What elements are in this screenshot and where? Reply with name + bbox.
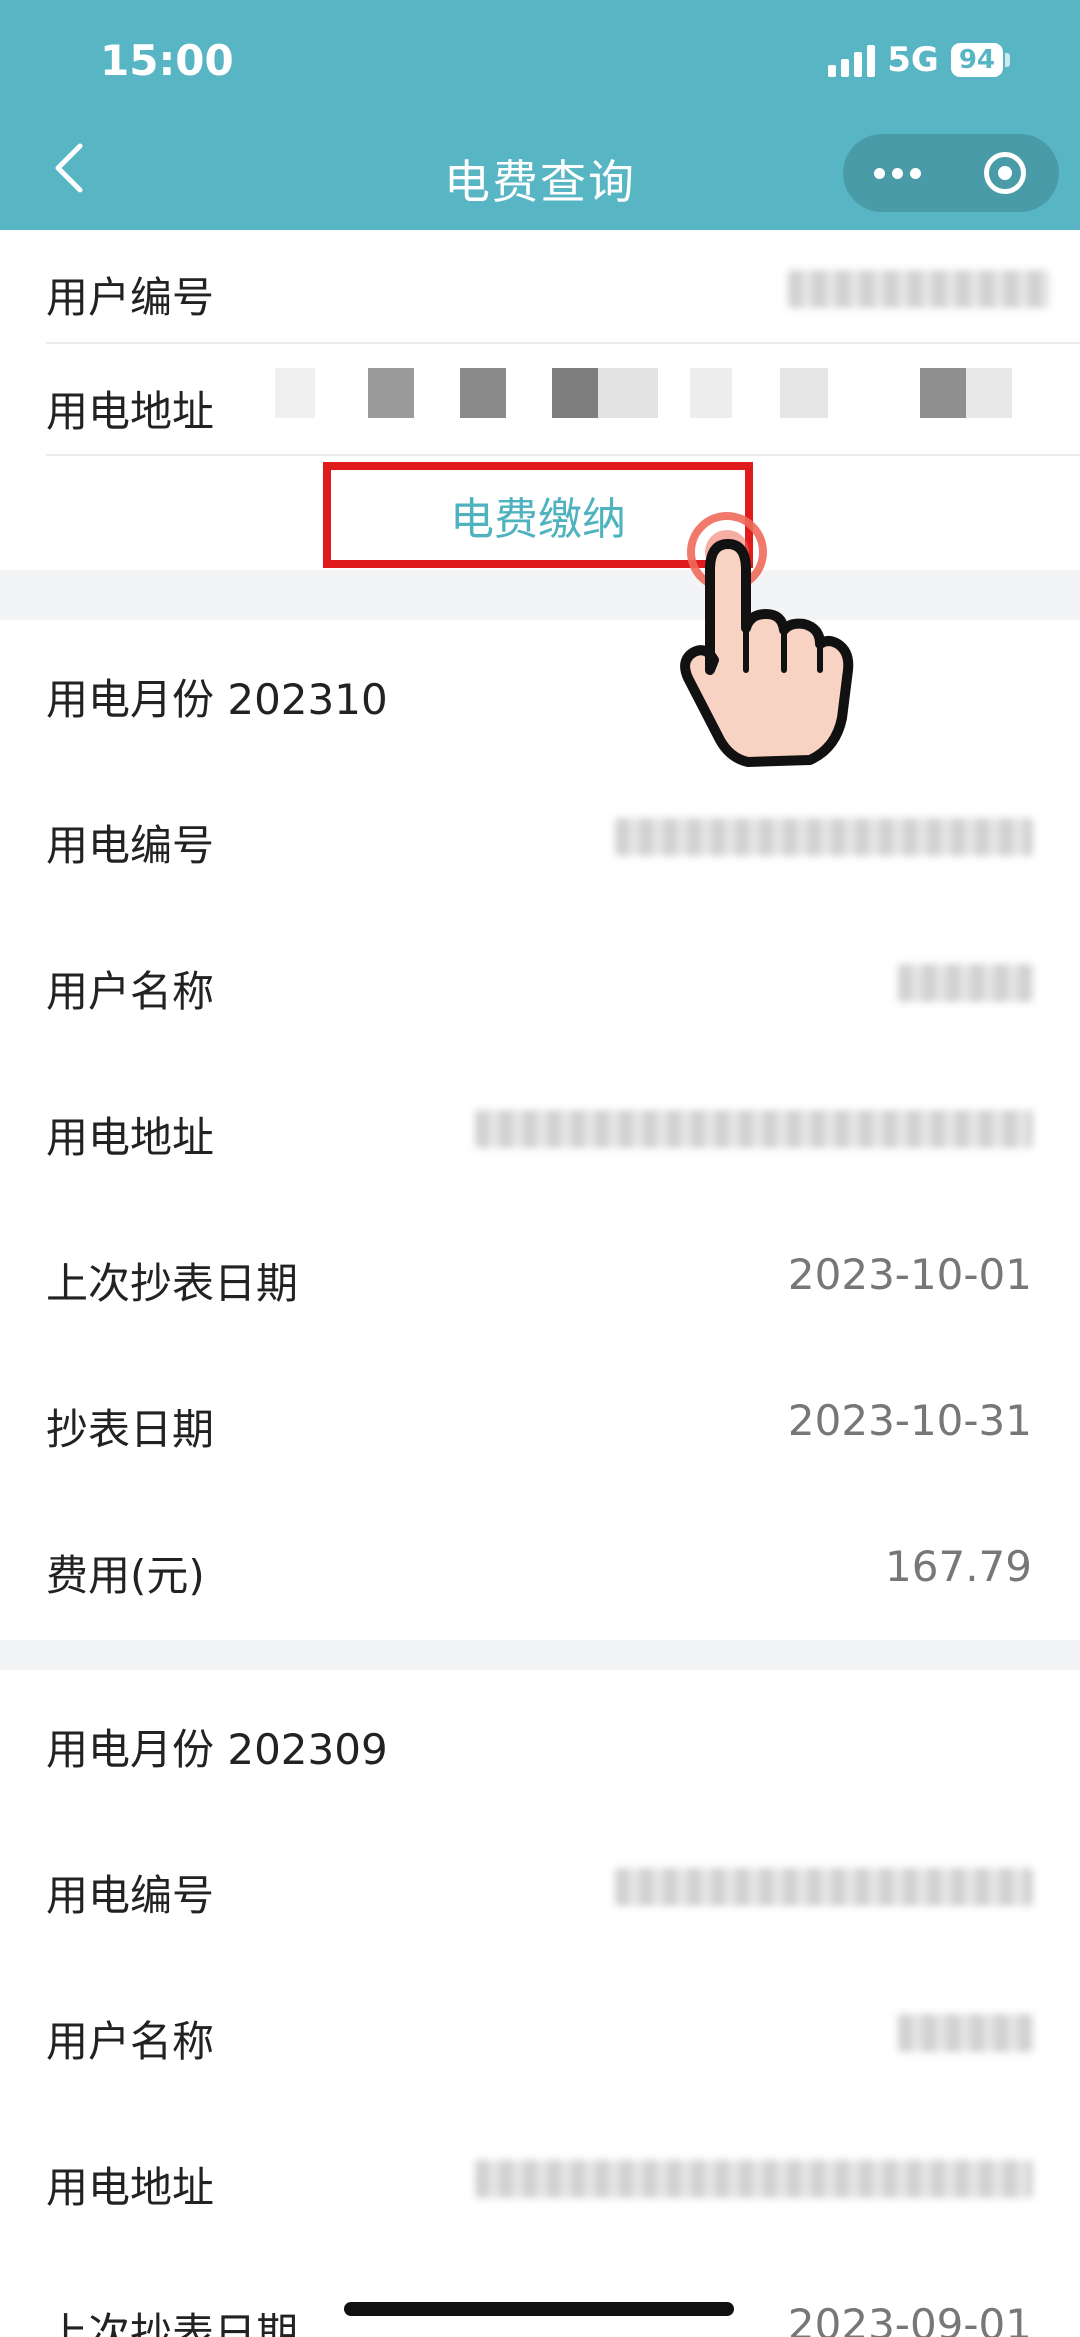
- more-button[interactable]: [843, 134, 951, 212]
- meter-no-value-redacted: [615, 818, 1033, 856]
- address-label: 用电地址: [46, 1113, 215, 1162]
- status-icons: 5G 94: [828, 40, 1010, 80]
- record-month: 用电月份 202309: [46, 1725, 388, 1774]
- network-type: 5G: [887, 40, 939, 80]
- meter-no-value-redacted: [615, 1868, 1033, 1906]
- last-read-date-value: 2023-09-01: [787, 2300, 1032, 2337]
- home-indicator: [344, 2302, 734, 2316]
- fee-value: 167.79: [885, 1542, 1032, 1591]
- record-month: 用电月份 202310: [46, 675, 388, 724]
- user-name-value-redacted: [898, 2014, 1033, 2052]
- user-no-value-redacted: [788, 270, 1050, 308]
- user-name-value-redacted: [898, 964, 1033, 1002]
- user-name-label: 用户名称: [46, 2017, 215, 2066]
- status-time: 15:00: [100, 36, 234, 85]
- fee-label: 费用(元): [46, 1551, 205, 1600]
- more-dots-icon: [873, 167, 921, 179]
- top-bar: 15:00 5G 94 电费查询: [0, 0, 1080, 230]
- target-close-icon: [984, 152, 1026, 194]
- last-read-date-value: 2023-10-01: [787, 1250, 1032, 1299]
- meter-no-label: 用电编号: [46, 1871, 215, 1920]
- address-value-redacted: [475, 1110, 1033, 1148]
- last-read-date-label: 上次抄表日期: [46, 2309, 299, 2337]
- signal-icon: [828, 43, 876, 77]
- bill-record-card: 用电月份 202309 用电编号 用户名称 用电地址 上次抄表日期 2023-0…: [0, 1670, 1080, 2337]
- battery-level: 94: [950, 43, 1003, 77]
- address-value-redacted: [475, 2160, 1033, 2198]
- mini-program-capsule: [843, 134, 1059, 212]
- read-date-label: 抄表日期: [46, 1405, 215, 1454]
- divider: [46, 342, 1080, 344]
- read-date-value: 2023-10-31: [787, 1396, 1032, 1445]
- address-label: 用电地址: [46, 2163, 215, 2212]
- close-button[interactable]: [951, 134, 1059, 212]
- meter-no-label: 用电编号: [46, 821, 215, 870]
- battery-icon: 94: [950, 43, 1010, 77]
- hand-pointer-icon: [680, 512, 854, 767]
- last-read-date-label: 上次抄表日期: [46, 1259, 299, 1308]
- account-card: 用户编号 用电地址 电费缴纳: [0, 230, 1080, 570]
- divider: [46, 454, 1080, 456]
- user-no-label: 用户编号: [46, 273, 215, 322]
- address-label: 用电地址: [46, 387, 215, 436]
- bill-record-card: 用电月份 202310 用电编号 用户名称 用电地址 上次抄表日期 2023-1…: [0, 620, 1080, 1640]
- user-name-label: 用户名称: [46, 967, 215, 1016]
